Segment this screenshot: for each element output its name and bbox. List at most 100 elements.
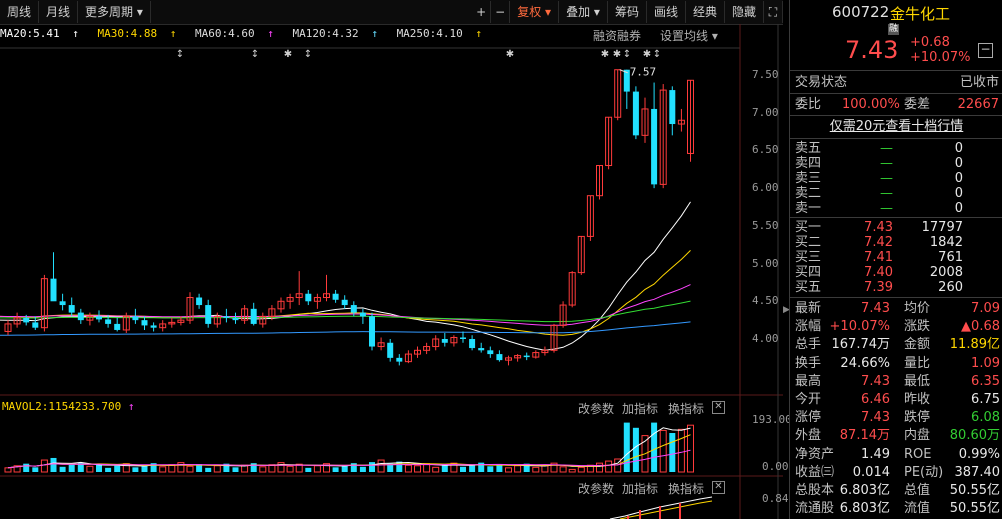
sell-volume: 0 [954, 186, 963, 201]
volume-bar [404, 464, 412, 473]
price-axis-tick: 6.50 [752, 143, 779, 157]
stat-row: 总手 167.74万 金额 11.89亿 [790, 336, 1002, 353]
candle-body [496, 354, 503, 361]
kline-chart[interactable]: 7.57↕ ↕ ✱ ↕ ✱ ✱ ✱ ↕ ✱ ↕ [0, 0, 783, 519]
last-price: 7.43 [845, 36, 899, 64]
divider [790, 297, 1002, 298]
buy-volume: 1842 [929, 235, 963, 250]
candle-body [523, 355, 530, 358]
stat-label: 总值 [904, 483, 931, 498]
stat-row: 流通股 6.803亿 流值 50.55亿 [790, 500, 1002, 517]
price-axis-tick: 7.00 [752, 105, 779, 119]
candle-body [441, 339, 448, 343]
stat-row: 外盘 87.14万 内盘 80.60万 [790, 427, 1002, 444]
volume-bar [659, 429, 667, 473]
close-icon[interactable]: ✕ [712, 401, 725, 414]
sell-price: — [880, 201, 893, 216]
sell-row: 卖三 — 0 [790, 171, 1002, 186]
stat-value: 6.46 [861, 392, 890, 407]
candle-body [651, 108, 658, 185]
volume-bar [259, 466, 267, 473]
volume-bar [359, 466, 366, 472]
stat-label: 内盘 [904, 428, 931, 444]
volume-bar [377, 459, 385, 473]
candle-body [77, 312, 84, 321]
stat-label: 净资产 [795, 446, 835, 462]
vol-add-indicator-link[interactable]: 加指标 [622, 400, 658, 417]
volume-bar [605, 460, 613, 473]
stat-label: 最新 [795, 301, 822, 316]
event-marker-icon: ↕ [176, 49, 184, 60]
candle-body [205, 305, 212, 324]
stat-value: 24.66% [840, 355, 890, 371]
candle-body [305, 293, 312, 302]
buy-volume: 260 [938, 280, 963, 295]
volume-bar [50, 457, 57, 472]
buy-row: 买五 7.39 260 [790, 280, 1002, 295]
candle-body [669, 90, 676, 125]
trade-status-row: 交易状态 已收市 [790, 74, 1002, 91]
stat-value: 6.803亿 [839, 483, 890, 498]
candle-body [487, 350, 494, 355]
ind-axis-value: 0.84 [762, 492, 789, 505]
arrow-up-icon: ↑ [127, 400, 135, 413]
sell-row: 卖二 — 0 [790, 186, 1002, 201]
price-axis-tick: 6.00 [752, 181, 779, 195]
divider [790, 93, 1002, 94]
buy-row: 买三 7.41 761 [790, 250, 1002, 265]
stat-value: 1.49 [861, 446, 890, 462]
buy-row: 买四 7.40 2008 [790, 265, 1002, 280]
stat-value: 11.89亿 [949, 337, 1000, 353]
buy-price: 7.39 [864, 280, 893, 295]
ind-add-indicator-link[interactable]: 加指标 [622, 480, 658, 497]
stat-value: 0.014 [852, 464, 890, 480]
minus-icon[interactable]: − [978, 43, 993, 58]
sell-level-label: 卖四 [795, 156, 822, 171]
stat-value: 6.35 [971, 373, 1000, 389]
buy-volume: 17797 [921, 220, 963, 235]
sell-row: 卖四 — 0 [790, 156, 1002, 171]
stat-row: 换手 24.66% 量比 1.09 [790, 355, 1002, 372]
stat-value: 7.43 [861, 301, 890, 316]
stat-value: 7.43 [861, 410, 890, 426]
candle-body [223, 316, 230, 318]
stat-row: 净资产 1.49 ROE 0.99% [790, 446, 1002, 463]
ind-params-link[interactable]: 改参数 [578, 480, 614, 497]
buy-row: 买二 7.42 1842 [790, 235, 1002, 250]
event-marker-icon: ✱ [506, 49, 514, 60]
candle-body [59, 301, 66, 306]
candle-body [141, 320, 148, 326]
volume-bar [350, 463, 357, 472]
buy-level-label: 买五 [795, 280, 822, 295]
trade-status-label: 交易状态 [795, 75, 848, 90]
stat-label: 收益㈢ [795, 464, 835, 480]
stat-value: 167.74万 [831, 337, 891, 353]
ten-level-promo-link[interactable]: 仅需20元查看十档行情 [790, 118, 1002, 135]
weicha-value: 22667 [957, 97, 999, 112]
ind-switch-indicator-link[interactable]: 换指标 [668, 480, 704, 497]
volume-bar [159, 466, 167, 473]
vol-axis-top: 193.00 [752, 413, 792, 426]
volume-bar [460, 466, 466, 472]
candle-body [387, 342, 394, 358]
weibi-value: 100.00% [842, 97, 900, 112]
stat-label: 均价 [904, 301, 931, 316]
candle-body [50, 278, 57, 302]
stock-name: 金牛化工 [890, 5, 951, 23]
event-marker-icon: ↕ [623, 49, 631, 60]
volume-ma-line [7, 434, 691, 469]
sell-level-label: 卖二 [795, 186, 822, 201]
volume-bar [669, 433, 676, 472]
stat-value: 50.55亿 [949, 501, 1000, 517]
vol-switch-indicator-link[interactable]: 换指标 [668, 400, 704, 417]
volume-bar [532, 466, 540, 473]
weibi-label: 委比 [795, 97, 822, 112]
stat-label: 流通股 [795, 501, 835, 517]
price-change: +0.68 [910, 35, 950, 50]
sell-volume: 0 [954, 171, 963, 186]
volume-bar [250, 463, 257, 472]
volume-bar [332, 467, 339, 472]
vol-params-link[interactable]: 改参数 [578, 400, 614, 417]
close-icon[interactable]: ✕ [712, 481, 725, 494]
buy-level-label: 买一 [795, 220, 822, 235]
